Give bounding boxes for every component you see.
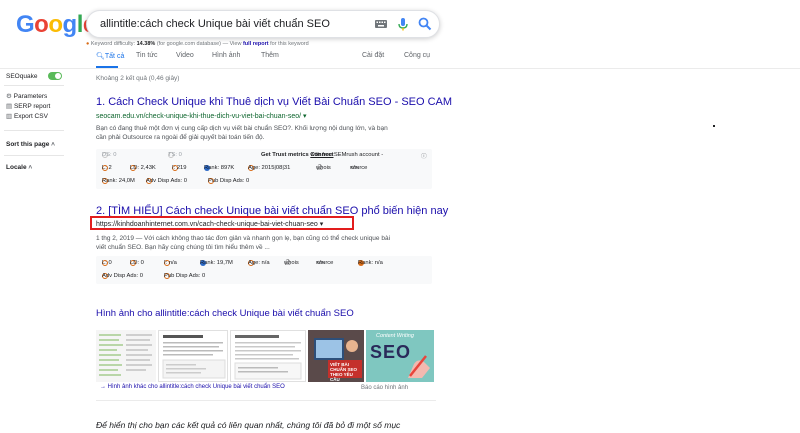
full-report-link[interactable]: full report xyxy=(243,41,269,47)
mic-icon[interactable] xyxy=(395,16,411,32)
result-1-seoquake-metrics: DS: 0 TS: 0 Get Trust metrics with free … xyxy=(96,149,432,189)
report-icon: ▤ xyxy=(6,103,13,110)
seoquake-label: SEOquake xyxy=(6,73,38,80)
image-thumbnail[interactable] xyxy=(96,330,156,382)
sidebar-divider xyxy=(4,85,64,86)
result-1-title[interactable]: 1. Cách Check Unique khi Thuê dịch vụ Vi… xyxy=(96,96,452,108)
info-icon: ⓘ xyxy=(421,154,427,160)
section-divider xyxy=(96,400,436,401)
sidebar-item-export-csv[interactable]: ▥ Export CSV xyxy=(6,112,48,120)
url-highlight-box xyxy=(90,216,354,230)
result-2-snippet: 1 thg 2, 2019 — Với cách không thao tác … xyxy=(96,235,391,251)
dropdown-arrow-icon[interactable]: ▾ xyxy=(303,113,307,120)
seoquake-toggle[interactable] xyxy=(48,72,62,80)
sidebar-item-locale[interactable]: Locale ˄ xyxy=(6,164,32,171)
image-thumbnail[interactable]: VIẾT BÀI CHUẨN SEO THEO YÊU CẦU xyxy=(308,330,364,382)
result-1-url[interactable]: seocam.edu.vn/check-unique-khi-thue-dich… xyxy=(96,112,307,120)
tab-more[interactable]: Thêm xyxy=(261,52,279,59)
result-2-seoquake-metrics: L: 0 LD: 0 I: n/a Rank: 19,7M Age: n/a 👤… xyxy=(96,256,432,284)
search-input[interactable] xyxy=(100,16,370,32)
image-thumbnail[interactable]: Content Writing SEO xyxy=(366,330,434,382)
stray-dot xyxy=(713,125,715,127)
tab-settings[interactable]: Cài đặt xyxy=(362,52,384,59)
keyboard-icon[interactable] xyxy=(373,16,389,32)
header-divider xyxy=(0,68,800,69)
report-images-link[interactable]: Báo cáo hình ảnh xyxy=(361,385,408,391)
tab-news[interactable]: Tin tức xyxy=(136,52,158,59)
omitted-results-notice: Để hiển thị cho bạn các kết quả có liên … xyxy=(96,420,401,430)
search-icon[interactable] xyxy=(417,16,433,32)
google-logo[interactable]: Google xyxy=(16,12,96,38)
sidebar-item-parameters[interactable]: ⚙ Parameters xyxy=(6,92,47,100)
sidebar-item-serp-report[interactable]: ▤ SERP report xyxy=(6,102,50,110)
image-thumbnail[interactable] xyxy=(158,330,228,382)
more-images-link[interactable]: → Hình ảnh khác cho allintitle:cách chec… xyxy=(100,384,285,390)
keyword-difficulty: ● Keyword difficulty: 14.38% (for google… xyxy=(86,41,309,47)
results-count: Khoảng 2 kết quả (0,46 giây) xyxy=(96,75,180,82)
sidebar-divider xyxy=(4,130,64,131)
thumbnail-caption: VIẾT BÀI CHUẨN SEO THEO YÊU CẦU xyxy=(330,362,358,382)
chevron-up-icon: ˄ xyxy=(51,141,55,148)
sidebar-item-sort[interactable]: Sort this page ˄ xyxy=(6,141,55,148)
chevron-up-icon: ˄ xyxy=(28,164,33,171)
seoquake-sidebar: SEOquake ⚙ Parameters ▤ SERP report ▥ Ex… xyxy=(4,72,64,182)
gear-icon: ⚙ xyxy=(6,93,12,100)
arrow-right-icon: → xyxy=(100,384,106,390)
search-box[interactable] xyxy=(86,10,440,38)
tab-images[interactable]: Hình ảnh xyxy=(212,52,240,59)
result-1-snippet: Bạn có đang thuê một đơn vị cung cấp dịc… xyxy=(96,125,388,141)
hand-writing-icon xyxy=(408,355,430,378)
sidebar-divider xyxy=(4,155,64,156)
search-tabs: 🔍︎Tất cả Tin tức Video Hình ảnh Thêm Cài… xyxy=(96,52,436,68)
thumbnail-caption: Content Writing xyxy=(376,333,414,339)
tab-all[interactable]: 🔍︎Tất cả xyxy=(96,52,124,60)
export-icon: ▥ xyxy=(6,113,13,120)
images-section-title[interactable]: Hình ảnh cho allintitle:cách check Uniqu… xyxy=(96,308,354,319)
tab-tools[interactable]: Công cụ xyxy=(404,52,430,59)
tab-videos[interactable]: Video xyxy=(176,52,194,59)
image-thumbnail[interactable] xyxy=(230,330,306,382)
